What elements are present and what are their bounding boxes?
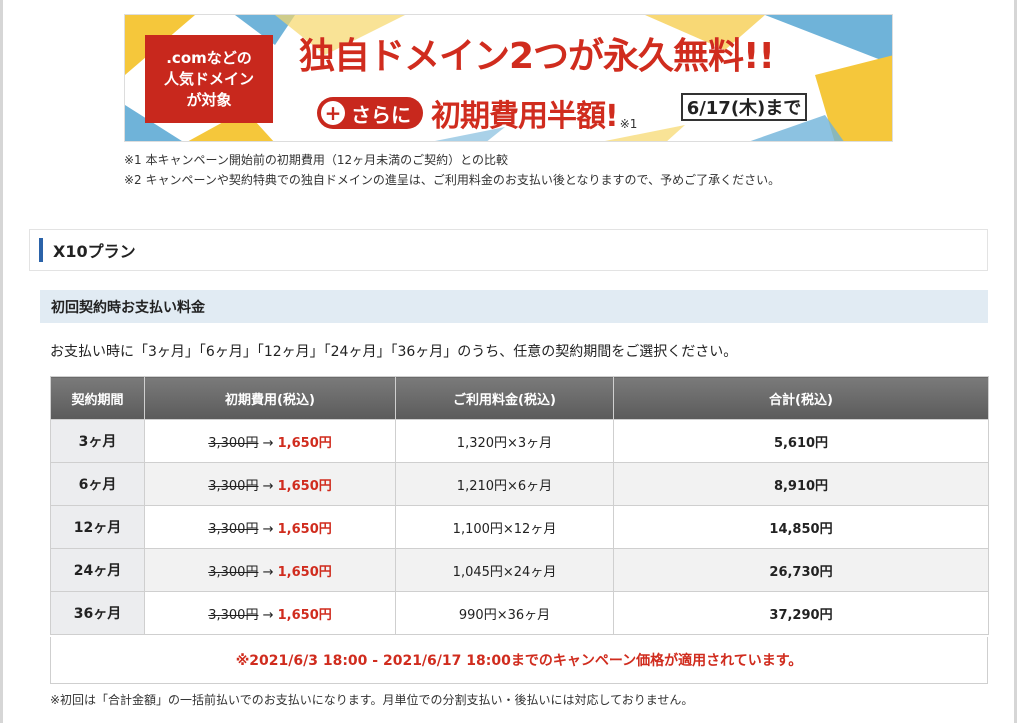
arrow: →: [262, 564, 274, 580]
banner-sub-line: + さらに 初期費用半額! ※1: [317, 91, 637, 135]
usage-fee-cell: 1,210円×6ヶ月: [395, 462, 614, 506]
banner-sub-headline: 初期費用半額!: [431, 99, 619, 134]
old-fee: 3,300円: [208, 564, 259, 580]
arrow: →: [262, 478, 274, 494]
total-cell: 8,910円: [613, 462, 989, 506]
initial-fee-cell: 3,300円 → 1,650円: [144, 548, 396, 592]
new-fee: 1,650円: [277, 564, 332, 580]
usage-fee-cell: 1,100円×12ヶ月: [395, 505, 614, 549]
new-fee: 1,650円: [277, 607, 332, 623]
banner-badge-line-3: が対象: [186, 90, 232, 109]
old-fee: 3,300円: [208, 607, 259, 623]
plan-title: X10プラン: [53, 242, 136, 261]
plan-header: X10プラン: [29, 229, 988, 271]
arrow: →: [262, 435, 274, 451]
header-usage-fee: ご利用料金(税込): [395, 376, 614, 420]
banner-plus-pill: + さらに: [317, 97, 423, 129]
campaign-banner[interactable]: .comなどの 人気ドメイン が対象 独自ドメイン2つが永久無料!! + さらに…: [124, 14, 893, 142]
table-row: 24ヶ月 3,300円 → 1,650円 1,045円×24ヶ月 26,730円: [50, 548, 989, 592]
period-cell: 12ヶ月: [50, 505, 145, 549]
new-fee: 1,650円: [277, 435, 332, 451]
page-edge-left: [0, 0, 3, 723]
old-fee: 3,300円: [208, 478, 259, 494]
table-header-row: 契約期間 初期費用(税込) ご利用料金(税込) 合計(税込): [50, 376, 989, 420]
table-row: 36ヶ月 3,300円 → 1,650円 990円×36ヶ月 37,290円: [50, 591, 989, 635]
arrow: →: [262, 607, 274, 623]
banner-deadline: 6/17(木)まで: [681, 93, 807, 121]
table-row: 3ヶ月 3,300円 → 1,650円 1,320円×3ヶ月 5,610円: [50, 419, 989, 463]
total-cell: 14,850円: [613, 505, 989, 549]
new-fee: 1,650円: [277, 521, 332, 537]
initial-fee-cell: 3,300円 → 1,650円: [144, 591, 396, 635]
price-table: 契約期間 初期費用(税込) ご利用料金(税込) 合計(税込) 3ヶ月 3,300…: [50, 376, 989, 635]
usage-fee-cell: 1,320円×3ヶ月: [395, 419, 614, 463]
plan-header-accent: [39, 238, 43, 262]
header-period: 契約期間: [50, 376, 145, 420]
note-1: ※1 本キャンペーン開始前の初期費用（12ヶ月未満のご契約）との比較: [124, 153, 509, 167]
usage-fee-cell: 1,045円×24ヶ月: [395, 548, 614, 592]
header-initial-fee: 初期費用(税込): [144, 376, 396, 420]
period-cell: 3ヶ月: [50, 419, 145, 463]
old-fee: 3,300円: [208, 435, 259, 451]
banner-badge: .comなどの 人気ドメイン が対象: [145, 35, 273, 123]
usage-fee-cell: 990円×36ヶ月: [395, 591, 614, 635]
payment-note: ※初回は「合計金額」の一括前払いでのお支払いになります。月単位での分割支払い・後…: [50, 693, 694, 707]
banner-plus-label: さらに: [351, 102, 411, 127]
section-title: 初回契約時お支払い料金: [40, 290, 988, 323]
arrow: →: [262, 521, 274, 537]
old-fee: 3,300円: [208, 521, 259, 537]
banner-headline: 独自ドメイン2つが永久無料!!: [299, 36, 775, 77]
initial-fee-cell: 3,300円 → 1,650円: [144, 419, 396, 463]
section-description: お支払い時に「3ヶ月」「6ヶ月」「12ヶ月」「24ヶ月」「36ヶ月」のうち、任意…: [50, 344, 738, 360]
table-row: 12ヶ月 3,300円 → 1,650円 1,100円×12ヶ月 14,850円: [50, 505, 989, 549]
total-cell: 5,610円: [613, 419, 989, 463]
campaign-period-note: ※2021/6/3 18:00 - 2021/6/17 18:00までのキャンペ…: [50, 637, 988, 684]
period-cell: 36ヶ月: [50, 591, 145, 635]
banner-badge-line-1: .comなどの: [166, 48, 252, 67]
table-row: 6ヶ月 3,300円 → 1,650円 1,210円×6ヶ月 8,910円: [50, 462, 989, 506]
header-total: 合計(税込): [613, 376, 989, 420]
period-cell: 24ヶ月: [50, 548, 145, 592]
initial-fee-cell: 3,300円 → 1,650円: [144, 505, 396, 549]
period-cell: 6ヶ月: [50, 462, 145, 506]
initial-fee-cell: 3,300円 → 1,650円: [144, 462, 396, 506]
plus-icon: +: [321, 101, 345, 125]
new-fee: 1,650円: [277, 478, 332, 494]
note-2: ※2 キャンペーンや契約特典での独自ドメインの進呈は、ご利用料金のお支払い後とな…: [124, 173, 781, 187]
total-cell: 26,730円: [613, 548, 989, 592]
banner-note-ref: ※1: [619, 117, 638, 131]
banner-badge-line-2: 人気ドメイン: [163, 69, 254, 88]
total-cell: 37,290円: [613, 591, 989, 635]
